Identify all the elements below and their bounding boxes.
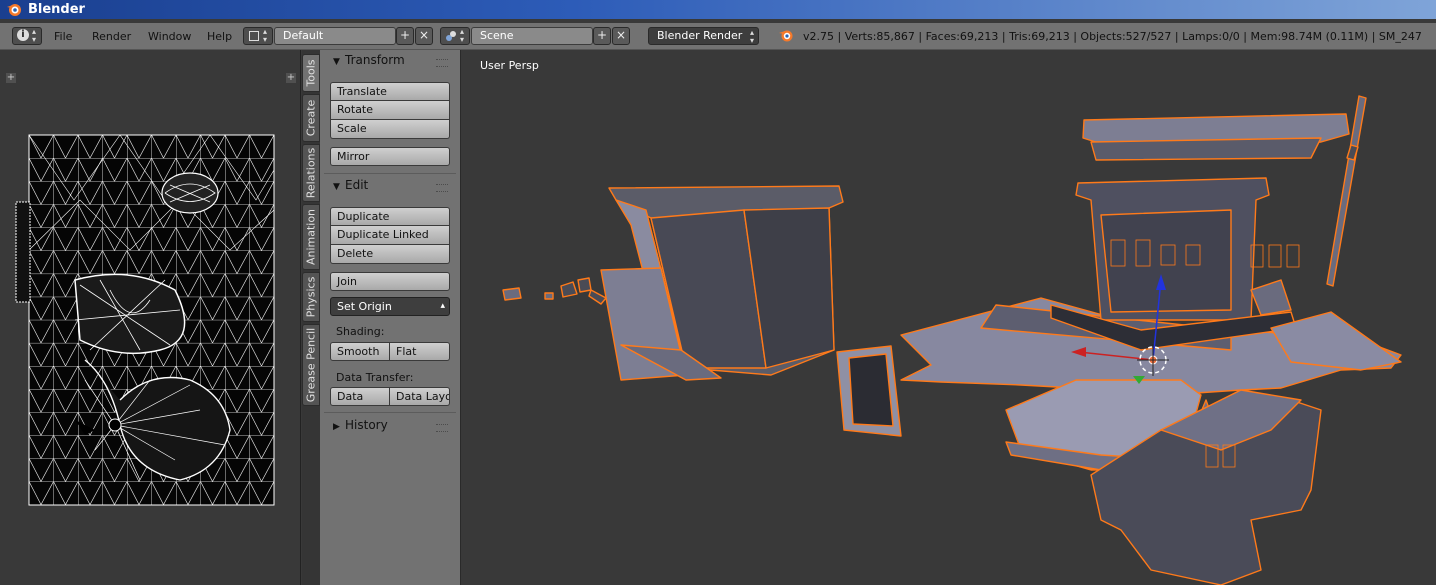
render-engine-dropdown[interactable]: Blender Render ▴ ▾ <box>648 27 759 45</box>
scene-selector[interactable]: ▴ ▾ <box>440 27 470 45</box>
history-panel-title: History <box>345 418 388 432</box>
tool-shelf: ▼ Transform Translate Rotate Scale Mirror… <box>320 50 461 585</box>
uv-expand-toolshelf-button[interactable]: + <box>6 73 16 83</box>
uv-expand-properties-button[interactable]: + <box>286 73 296 83</box>
chevron-updown-icon: ▴ ▾ <box>749 28 754 45</box>
menu-help[interactable]: Help <box>207 30 232 43</box>
flat-shading-button[interactable]: Flat <box>390 342 450 361</box>
screen-layout-name-field[interactable]: Default <box>274 27 396 45</box>
history-panel-header[interactable]: ▶ History <box>333 418 388 432</box>
tab-create-label: Create <box>304 99 318 137</box>
remove-scene-button[interactable]: × <box>612 27 630 45</box>
duplicate-button[interactable]: Duplicate <box>330 207 450 226</box>
tab-tools[interactable]: Tools <box>302 54 320 92</box>
tab-animation-label: Animation <box>304 208 318 266</box>
scene-model-render <box>502 95 1402 585</box>
set-origin-label: Set Origin <box>337 300 392 313</box>
menu-render[interactable]: Render <box>92 30 131 43</box>
title-bar: Blender <box>0 0 1436 19</box>
scene-icon <box>445 30 457 42</box>
panel-divider <box>324 173 456 174</box>
remove-layout-button[interactable]: × <box>415 27 433 45</box>
translate-button[interactable]: Translate <box>330 82 450 101</box>
scene-name-field[interactable]: Scene <box>471 27 593 45</box>
smooth-shading-button[interactable]: Smooth <box>330 342 390 361</box>
tab-relations[interactable]: Relations <box>302 144 320 202</box>
toolshelf-tabs: Tools Create Relations Animation Physics… <box>302 50 320 585</box>
join-button[interactable]: Join <box>330 272 450 291</box>
shading-label: Shading: <box>336 325 385 338</box>
duplicate-linked-button[interactable]: Duplicate Linked <box>330 226 450 245</box>
info-icon: i <box>17 29 29 41</box>
mirror-button[interactable]: Mirror <box>330 147 450 166</box>
tab-relations-label: Relations <box>304 147 318 199</box>
editor-type-selector[interactable]: i ▴ ▾ <box>12 27 42 45</box>
window-title: Blender <box>28 2 85 17</box>
rotate-button[interactable]: Rotate <box>330 101 450 120</box>
tab-physics-label: Physics <box>304 276 318 318</box>
chevron-updown-icon: ▴ ▾ <box>460 27 465 44</box>
panel-grip-icon[interactable] <box>436 184 448 192</box>
panel-grip-icon[interactable] <box>436 424 448 432</box>
add-layout-button[interactable]: + <box>396 27 414 45</box>
blender-logo-icon <box>7 4 21 16</box>
transform-panel-title: Transform <box>345 53 405 67</box>
scale-button[interactable]: Scale <box>330 120 450 139</box>
tab-create[interactable]: Create <box>302 94 320 142</box>
menu-window[interactable]: Window <box>148 30 191 43</box>
chevron-updown-icon: ▴ ▾ <box>32 27 37 44</box>
info-header: i ▴ ▾ File Render Window Help ▴ ▾ Default … <box>0 23 1436 50</box>
panel-grip-icon[interactable] <box>436 59 448 67</box>
triangle-down-icon: ▼ <box>333 182 340 192</box>
scene-statistics: v2.75 | Verts:85,867 | Faces:69,213 | Tr… <box>803 30 1422 43</box>
edit-panel-title: Edit <box>345 178 369 192</box>
data-transfer-button[interactable]: Data <box>330 387 390 406</box>
menu-file[interactable]: File <box>54 30 72 43</box>
delete-button[interactable]: Delete <box>330 245 450 264</box>
triangle-right-icon: ▶ <box>333 422 340 432</box>
screen-layout-selector[interactable]: ▴ ▾ <box>243 27 273 45</box>
chevron-updown-icon: ▴ ▾ <box>263 27 268 44</box>
layout-grid-icon <box>249 31 259 41</box>
data-transfer-label: Data Transfer: <box>336 371 414 384</box>
tab-grease-pencil[interactable]: Grease Pencil <box>302 324 320 406</box>
blender-logo-icon <box>779 30 793 42</box>
tab-animation[interactable]: Animation <box>302 204 320 270</box>
uv-wireframe-image <box>15 134 275 506</box>
set-origin-dropdown[interactable]: Set Origin ▴ <box>330 297 450 316</box>
panel-divider <box>324 412 456 413</box>
3d-viewport[interactable]: User Persp <box>461 50 1436 585</box>
data-layout-transfer-button[interactable]: Data Layo <box>390 387 450 406</box>
add-scene-button[interactable]: + <box>593 27 611 45</box>
uv-editor-panel[interactable]: + + <box>0 50 301 585</box>
chevron-updown-icon: ▴ <box>440 301 445 311</box>
tab-physics[interactable]: Physics <box>302 272 320 322</box>
transform-panel-header[interactable]: ▼ Transform <box>333 53 405 67</box>
triangle-down-icon: ▼ <box>333 57 340 67</box>
tab-tools-label: Tools <box>304 59 318 87</box>
edit-panel-header[interactable]: ▼ Edit <box>333 178 368 192</box>
render-engine-label: Blender Render <box>657 29 743 42</box>
tab-grease-pencil-label: Grease Pencil <box>304 327 318 403</box>
